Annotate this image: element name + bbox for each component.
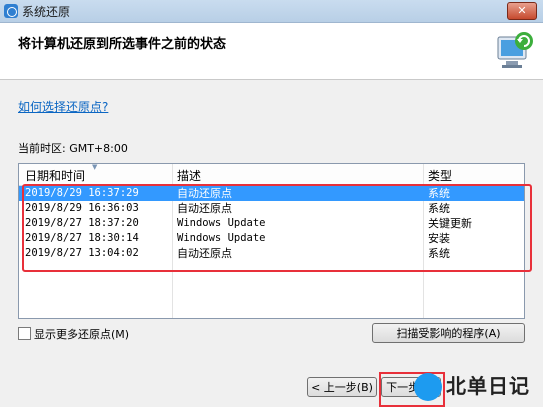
watermark-text: 北单日记 <box>446 374 530 398</box>
column-header-type[interactable]: 类型 <box>428 167 452 184</box>
page-heading: 将计算机还原到所选事件之前的状态 <box>18 37 227 52</box>
show-more-label[interactable]: 显示更多还原点(M) <box>34 326 129 342</box>
selection-highlight-box <box>22 184 532 272</box>
close-button[interactable]: ✕ <box>507 2 537 20</box>
back-button[interactable]: < 上一步(B) <box>307 377 377 397</box>
column-header-datetime[interactable]: 日期和时间 <box>25 167 85 184</box>
title-bar: 系统还原 ✕ <box>0 0 543 23</box>
watermark-logo-icon <box>414 373 442 401</box>
system-restore-icon <box>497 32 533 68</box>
help-link[interactable]: 如何选择还原点? <box>18 98 108 115</box>
sort-arrow-icon: ▼ <box>92 163 98 171</box>
window-title: 系统还原 <box>22 5 71 19</box>
table-header: 日期和时间 ▼ 描述 类型 <box>19 163 524 186</box>
column-header-description[interactable]: 描述 <box>177 167 201 184</box>
timezone-label: 当前时区: GMT+8:00 <box>18 142 128 155</box>
checkbox-box[interactable] <box>18 327 31 340</box>
system-restore-app-icon <box>4 4 18 18</box>
scan-affected-programs-button[interactable]: 扫描受影响的程序(A) <box>372 323 525 343</box>
header: 将计算机还原到所选事件之前的状态 <box>0 23 543 79</box>
